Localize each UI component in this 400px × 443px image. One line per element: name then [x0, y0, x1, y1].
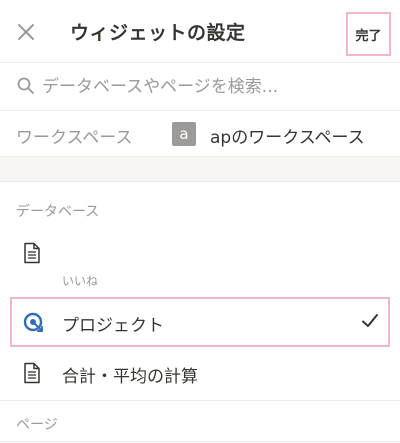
search-bar — [0, 62, 400, 110]
target-icon — [23, 312, 43, 332]
workspace-name: apのワークスペース — [210, 128, 365, 148]
item-label: 合計・平均の計算 — [62, 367, 198, 387]
database-section-header: データベース — [16, 204, 100, 220]
done-button[interactable]: 完了 — [346, 12, 391, 56]
workspace-label: ワークスペース — [16, 128, 133, 148]
list-item-project[interactable]: プロジェクト — [0, 297, 400, 347]
document-icon — [24, 242, 40, 264]
page-title: ウィジェットの設定 — [70, 22, 246, 44]
item-label: プロジェクト — [62, 316, 164, 336]
widget-settings-header: ウィジェットの設定 完了 — [0, 0, 400, 62]
section-spacer — [0, 156, 400, 182]
search-input[interactable] — [42, 72, 382, 102]
checkmark-icon — [362, 314, 378, 327]
list-item-likes[interactable]: いいね — [0, 232, 400, 292]
search-icon — [17, 77, 34, 94]
document-icon — [24, 362, 40, 384]
close-icon — [18, 24, 34, 40]
divider — [0, 441, 400, 442]
list-item-sum-average[interactable]: 合計・平均の計算 — [0, 352, 400, 396]
workspace-avatar: a — [172, 122, 196, 146]
close-button[interactable] — [14, 20, 38, 44]
page-section-header: ページ — [16, 417, 58, 433]
workspace-selector[interactable]: ワークスペース a apのワークスペース — [0, 110, 400, 156]
item-sublabel: いいね — [62, 274, 99, 288]
divider — [0, 400, 400, 401]
